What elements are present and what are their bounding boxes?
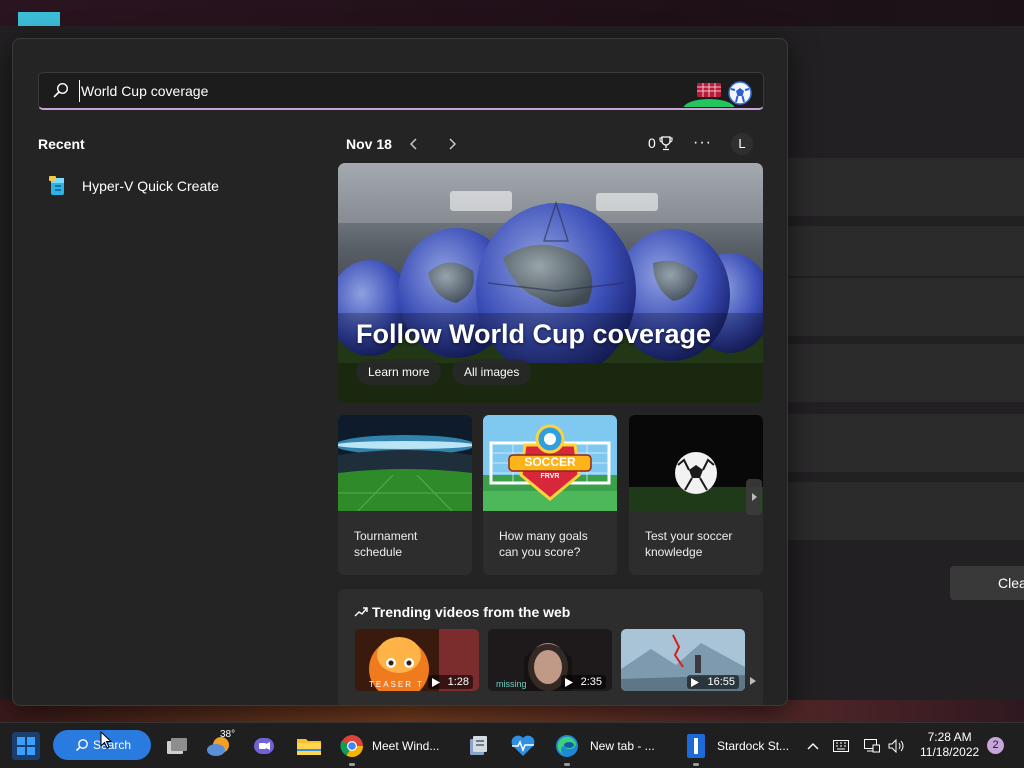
edge-icon: [556, 735, 578, 757]
more-options-icon[interactable]: ···: [693, 134, 712, 152]
trending-videos-section: Trending videos from the web TEASER T 1:…: [338, 589, 763, 705]
teams-chat-icon: [254, 738, 274, 754]
card-caption: Tournament schedule: [354, 529, 418, 559]
folder-icon: [297, 739, 321, 755]
card-caption: How many goals can you score?: [499, 529, 588, 559]
background-row: [788, 158, 1024, 216]
video-thumbnail[interactable]: missing 2:35: [488, 629, 612, 691]
recent-item-label: Hyper-V Quick Create: [82, 178, 219, 194]
taskbar-app-label: Stardock St...: [717, 739, 790, 753]
learn-more-button[interactable]: Learn more: [356, 359, 442, 385]
trending-title-label: Trending videos from the web: [372, 604, 571, 620]
task-view-icon: [167, 738, 187, 754]
utility-app-icon: [470, 736, 487, 755]
background-row: [788, 278, 1024, 336]
show-hidden-icons-button[interactable]: [806, 723, 820, 768]
search-icon: [53, 82, 69, 98]
stadium-image: [338, 415, 472, 511]
network-icon: [864, 739, 880, 753]
chevron-right-icon: [752, 493, 757, 501]
clock-date: 11/18/2022: [920, 745, 980, 759]
weather-widget[interactable]: 38°: [206, 723, 236, 768]
rewards-points[interactable]: 0: [648, 135, 673, 151]
card-soccer-game[interactable]: SOCCER FRVR How many goals can you score…: [483, 415, 617, 575]
taskbar-app-label: Meet Wind...: [372, 739, 440, 753]
hyperv-icon: [49, 176, 64, 195]
video-thumbnail[interactable]: TEASER T 1:28: [355, 629, 479, 691]
heart-pulse-icon: [511, 735, 535, 756]
trending-arrow-icon: [354, 607, 368, 617]
chevron-right-icon[interactable]: [446, 137, 458, 151]
cards-scroll-right-button[interactable]: [746, 479, 762, 515]
keyboard-button[interactable]: [833, 723, 849, 768]
search-panel: Recent Hyper-V Quick Create Nov 18 0 ···…: [12, 38, 788, 706]
volume-icon: [888, 739, 904, 753]
videos-scroll-right-icon[interactable]: [749, 676, 757, 686]
avatar[interactable]: L: [731, 133, 753, 155]
weather-temp: 38°: [220, 729, 236, 740]
background-row: [788, 414, 1024, 472]
recent-heading: Recent: [38, 136, 85, 152]
search-box[interactable]: [38, 72, 764, 110]
background-row: [788, 482, 1024, 540]
play-icon: [691, 677, 700, 687]
all-images-button[interactable]: All images: [452, 359, 532, 385]
video-overlay-text: missing: [496, 679, 527, 689]
background-row: [788, 344, 1024, 402]
play-icon: [431, 677, 440, 687]
soccer-ball-image: [629, 415, 763, 511]
volume-button[interactable]: [888, 723, 906, 768]
keyboard-icon: [833, 740, 849, 752]
hero-banner[interactable]: Follow World Cup coverage Learn more All…: [338, 163, 763, 403]
soccer-badge-text: SOCCER: [524, 455, 576, 469]
teams-chat-button[interactable]: [252, 723, 276, 768]
start-button[interactable]: [12, 723, 40, 768]
search-doodle-icon[interactable]: [683, 75, 757, 107]
play-icon: [564, 677, 573, 687]
taskbar-app-utility[interactable]: [466, 723, 490, 768]
soccer-badge-sub: FRVR: [540, 473, 560, 480]
windows-start-icon: [12, 732, 40, 760]
rewards-points-value: 0: [648, 135, 656, 151]
taskbar-app-label: New tab - ...: [590, 739, 655, 753]
file-explorer-button[interactable]: [296, 723, 322, 768]
running-indicator: [693, 763, 699, 766]
running-indicator: [349, 763, 355, 766]
video-overlay-text: TEASER T: [369, 680, 424, 689]
search-icon: [75, 739, 88, 752]
chevron-up-icon: [807, 743, 819, 750]
chrome-icon: [340, 735, 363, 757]
video-duration: 16:55: [687, 675, 739, 689]
taskbar: Search 38° Meet Wind... New tab - ... St…: [0, 722, 1024, 768]
card-soccer-quiz[interactable]: Test your soccer knowledge: [629, 415, 763, 575]
background-row: [788, 226, 1024, 276]
clock-time: 7:28 AM: [927, 730, 972, 744]
highlights-date: Nov 18: [346, 136, 392, 152]
taskbar-app-edge[interactable]: New tab - ...: [555, 723, 655, 768]
video-duration: 2:35: [560, 675, 606, 689]
background-clear-button[interactable]: Clea: [950, 566, 1024, 600]
taskbar-app-stardock[interactable]: Stardock St...: [684, 723, 789, 768]
taskbar-app-chrome[interactable]: Meet Wind...: [340, 723, 439, 768]
task-view-button[interactable]: [165, 723, 189, 768]
chevron-left-icon[interactable]: [408, 137, 420, 151]
stardock-icon: [687, 734, 705, 758]
notification-badge[interactable]: 2: [987, 737, 1004, 754]
video-duration: 1:28: [427, 675, 473, 689]
card-caption: Test your soccer knowledge: [645, 529, 733, 559]
recent-item[interactable]: Hyper-V Quick Create: [46, 172, 219, 200]
mouse-cursor-icon: [100, 731, 113, 749]
trophy-icon: [659, 136, 673, 151]
system-clock[interactable]: 7:28 AM 11/18/2022: [920, 730, 979, 760]
card-tournament[interactable]: Tournament schedule: [338, 415, 472, 575]
video-thumbnail[interactable]: 16:55: [621, 629, 745, 691]
network-button[interactable]: [864, 723, 880, 768]
running-indicator: [564, 763, 570, 766]
taskbar-app-health[interactable]: [510, 723, 536, 768]
search-input[interactable]: [79, 80, 679, 102]
hero-title: Follow World Cup coverage: [356, 319, 712, 349]
trending-title: Trending videos from the web: [354, 604, 570, 620]
